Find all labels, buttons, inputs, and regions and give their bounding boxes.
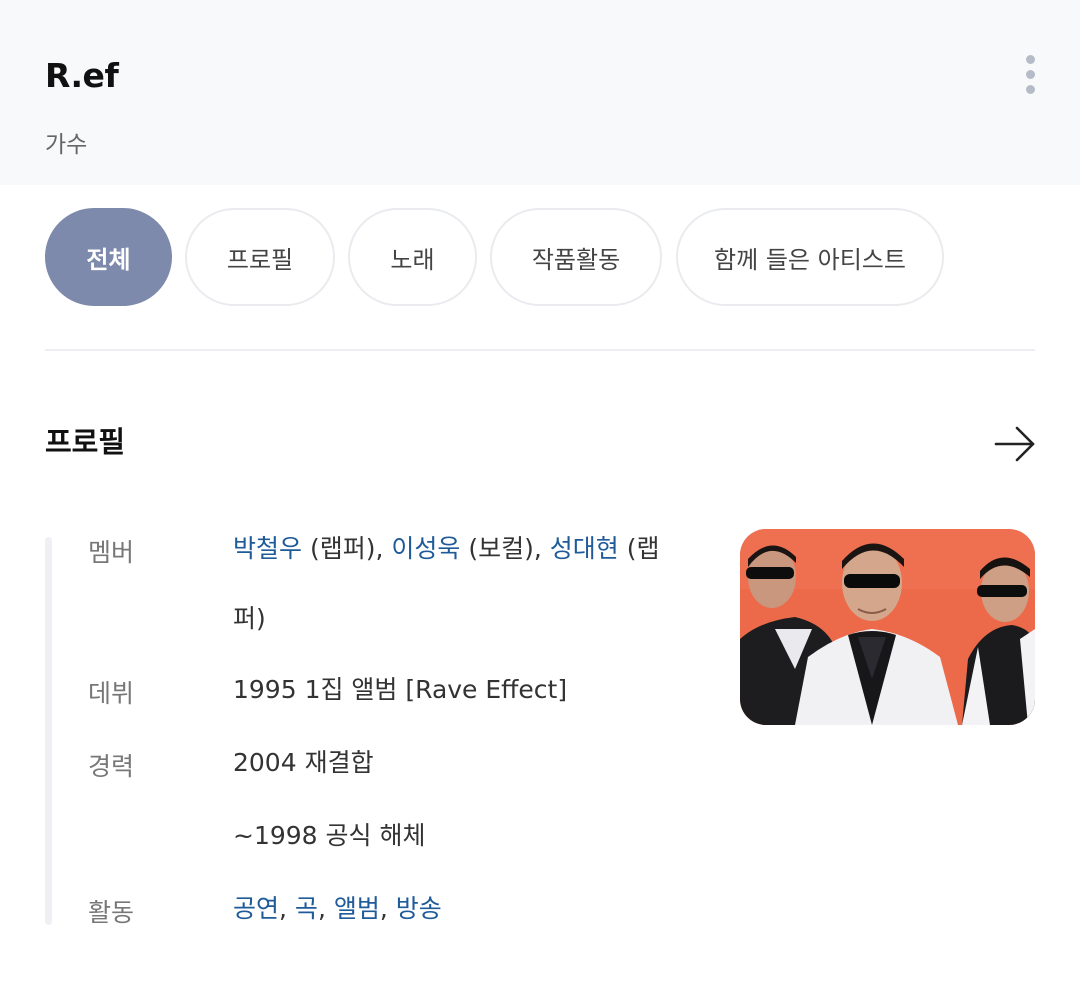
activity-link-song[interactable]: 곡: [295, 894, 318, 923]
value-members: 박철우 (랩퍼), 이성욱 (보컬), 성대현 (랩퍼): [233, 514, 673, 654]
separator: ,: [379, 894, 396, 923]
value-activity: 공연, 곡, 앨범, 방송: [233, 874, 673, 944]
member-link[interactable]: 박철우: [233, 534, 302, 563]
member-role: (보컬),: [460, 534, 550, 563]
section-title-profile: 프로필: [45, 425, 126, 459]
activity-link-performance[interactable]: 공연: [233, 894, 279, 923]
artist-type: 가수: [45, 132, 88, 158]
tab-songs[interactable]: 노래: [348, 208, 477, 306]
member-link[interactable]: 이성욱: [391, 534, 460, 563]
member-link[interactable]: 성대현: [550, 534, 619, 563]
arrow-right-icon[interactable]: [993, 424, 1037, 464]
label-career: 경력: [88, 752, 135, 781]
member-role: (랩퍼),: [302, 534, 392, 563]
tab-related-artists[interactable]: 함께 들은 아티스트: [676, 208, 944, 306]
separator: ,: [279, 894, 295, 923]
artist-photo[interactable]: [740, 529, 1035, 725]
tab-works[interactable]: 작품활동: [490, 208, 662, 306]
label-activity: 활동: [88, 898, 135, 927]
activity-link-broadcast[interactable]: 방송: [396, 894, 442, 923]
tab-profile[interactable]: 프로필: [185, 208, 335, 306]
profile-accent-bar: [45, 537, 52, 925]
label-debut: 데뷔: [88, 679, 135, 708]
value-debut: 1995 1집 앨범 [Rave Effect]: [233, 675, 568, 704]
activity-link-album[interactable]: 앨범: [334, 894, 380, 923]
tab-all[interactable]: 전체: [45, 208, 172, 306]
artist-header: R.ef 가수: [0, 0, 1080, 185]
value-career-1: 2004 재결합: [233, 748, 374, 777]
value-career-2: ~1998 공식 해체: [233, 821, 426, 850]
label-members: 멤버: [88, 538, 135, 567]
divider: [45, 349, 1035, 351]
more-vertical-icon[interactable]: [1020, 55, 1040, 95]
separator: ,: [317, 894, 334, 923]
artist-name: R.ef: [45, 56, 119, 95]
